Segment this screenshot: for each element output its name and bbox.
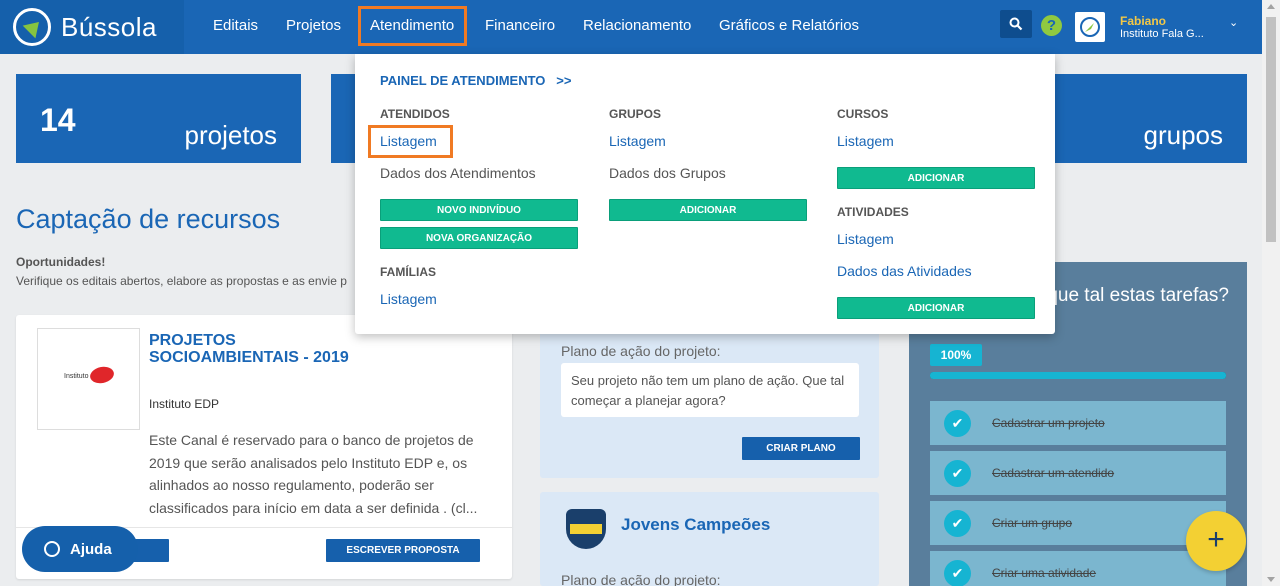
check-icon: ✔ [944,560,971,586]
nav-atendimento-highlight [358,6,467,46]
project-title[interactable]: PROJETOS SOCIOAMBIENTAIS - 2019 [149,332,349,366]
grupos-heading: GRUPOS [609,107,662,121]
nav-graficos-relatorios[interactable]: Gráficos e Relatórios [719,17,859,34]
search-button[interactable] [1000,10,1032,38]
cursos-heading: CURSOS [837,107,889,121]
progress-bar [930,372,1226,379]
stat-card-projetos[interactable]: 14 projetos [16,74,301,163]
progress-label: 100% [930,344,982,366]
chevron-down-icon[interactable]: ⌄ [1229,16,1238,29]
team-logo [566,509,606,549]
cursos-listagem-link[interactable]: Listagem [837,133,894,149]
nav-projetos[interactable]: Projetos [286,17,341,34]
compass-icon [1080,17,1100,37]
action-plan-label: Plano de ação do projeto: [561,343,721,359]
atividades-adicionar-button[interactable]: ADICIONAR [837,297,1035,319]
user-name[interactable]: Fabiano [1120,14,1166,28]
cursos-adicionar-button[interactable]: ADICIONAR [837,167,1035,189]
atendidos-heading: ATENDIDOS [380,107,450,121]
action-plan-empty: Seu projeto não tem um plano de ação. Qu… [561,363,859,417]
section-title: Captação de recursos [16,204,281,234]
stat-label: grupos [1143,120,1224,150]
painel-atendimento-link[interactable]: PAINEL DE ATENDIMENTO >> [380,73,571,88]
familias-listagem-link[interactable]: Listagem [380,291,437,307]
avatar[interactable] [1075,12,1105,42]
task-item[interactable]: ✔ Cadastrar um atendido [930,451,1226,495]
create-plan-button[interactable]: CRIAR PLANO [742,437,860,460]
atendimento-dropdown-menu: PAINEL DE ATENDIMENTO >> ATENDIDOS Lista… [355,54,1055,334]
help-chat-button[interactable]: Ajuda [22,526,138,572]
team-name[interactable]: Jovens Campeões [621,515,770,535]
task-item[interactable]: ✔ Criar um grupo [930,501,1226,545]
scroll-up-icon[interactable] [1267,4,1275,9]
check-icon: ✔ [944,460,971,487]
help-icon[interactable]: ? [1041,15,1062,36]
progress-fill [930,372,1226,379]
check-icon: ✔ [944,510,971,537]
nova-organizacao-button[interactable]: NOVA ORGANIZAÇÃO [380,227,578,249]
novo-individuo-button[interactable]: NOVO INDIVÍDUO [380,199,578,221]
dados-atividades-link[interactable]: Dados das Atividades [837,263,972,279]
scroll-thumb[interactable] [1266,17,1276,242]
app-name: Bússola [61,11,157,42]
dados-grupos-link[interactable]: Dados dos Grupos [609,165,726,181]
chat-bubble-icon [44,541,60,557]
familias-heading: FAMÍLIAS [380,265,436,279]
top-navbar: Bússola Editais Projetos Atendimento Fin… [0,0,1262,54]
nav-editais[interactable]: Editais [213,17,258,34]
task-item[interactable]: ✔ Cadastrar um projeto [930,401,1226,445]
opportunities-text: Verifique os editais abertos, elabore as… [16,274,347,288]
check-icon: ✔ [944,410,971,437]
task-item[interactable]: ✔ Criar uma atividade [930,551,1226,586]
app-logo[interactable]: Bússola [0,0,184,54]
project-description: Este Canal é reservado para o banco de p… [149,432,478,516]
atividades-listagem-link[interactable]: Listagem [837,231,894,247]
compass-icon [13,8,51,46]
write-proposal-button[interactable]: ESCREVER PROPOSTA [326,539,480,562]
nav-relacionamento[interactable]: Relacionamento [583,17,691,34]
atividades-heading: ATIVIDADES [837,205,909,219]
organization-logo: Instituto [37,328,140,430]
nav-financeiro[interactable]: Financeiro [485,17,555,34]
grupos-listagem-link[interactable]: Listagem [609,133,666,149]
stat-number: 14 [40,102,76,138]
user-organization[interactable]: Instituto Fala G... [1120,28,1204,40]
scrollbar[interactable] [1262,0,1280,586]
opportunities-heading: Oportunidades! [16,255,106,269]
listagem-highlight [368,125,453,158]
search-icon [1009,17,1023,31]
dados-atendimentos-link[interactable]: Dados dos Atendimentos [380,165,536,181]
project-organization: Instituto EDP [149,397,220,411]
action-plan-label: Plano de ação do projeto: [561,572,721,586]
scroll-down-icon[interactable] [1267,577,1275,582]
stat-label: projetos [184,120,278,150]
add-fab-button[interactable]: + [1186,511,1246,571]
grupos-adicionar-button[interactable]: ADICIONAR [609,199,807,221]
